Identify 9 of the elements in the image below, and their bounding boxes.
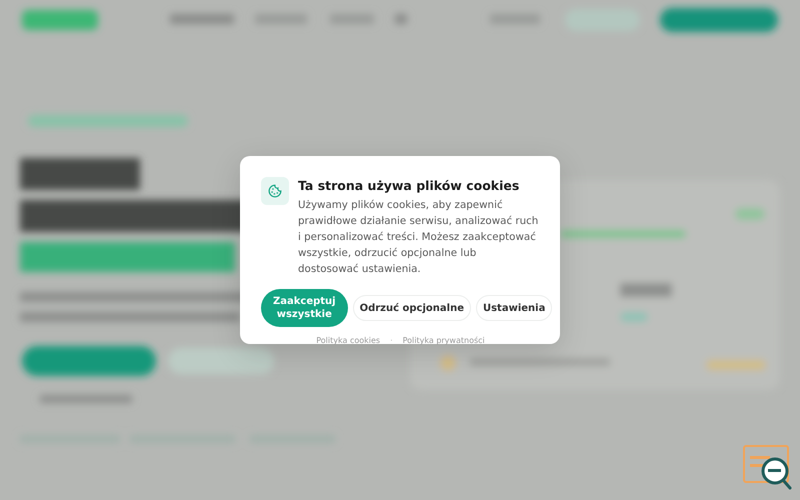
dialog-title: Ta strona używa plików cookies — [298, 178, 520, 194]
cookie-option-button[interactable]: Ustawienia — [476, 295, 552, 321]
accept-all-button[interactable]: Zaakceptuj wszystkie — [261, 289, 348, 327]
policy-link[interactable]: Polityka cookies — [316, 336, 380, 345]
dialog-text: Używamy plików cookies, aby zapewnić prawidłowe działanie serwisu, analizować ruch i personalizować treści. Możesz zaakceptować wszystkie, odrzucić opcjonalne lub dostosować ustawienia. — [298, 198, 540, 277]
policy-link[interactable]: Polityka prywatności — [402, 336, 485, 345]
cookie-icon — [261, 177, 289, 205]
cookie-option-button[interactable]: Odrzuć opcjonalne — [352, 295, 471, 321]
link-separator: · — [390, 336, 393, 345]
